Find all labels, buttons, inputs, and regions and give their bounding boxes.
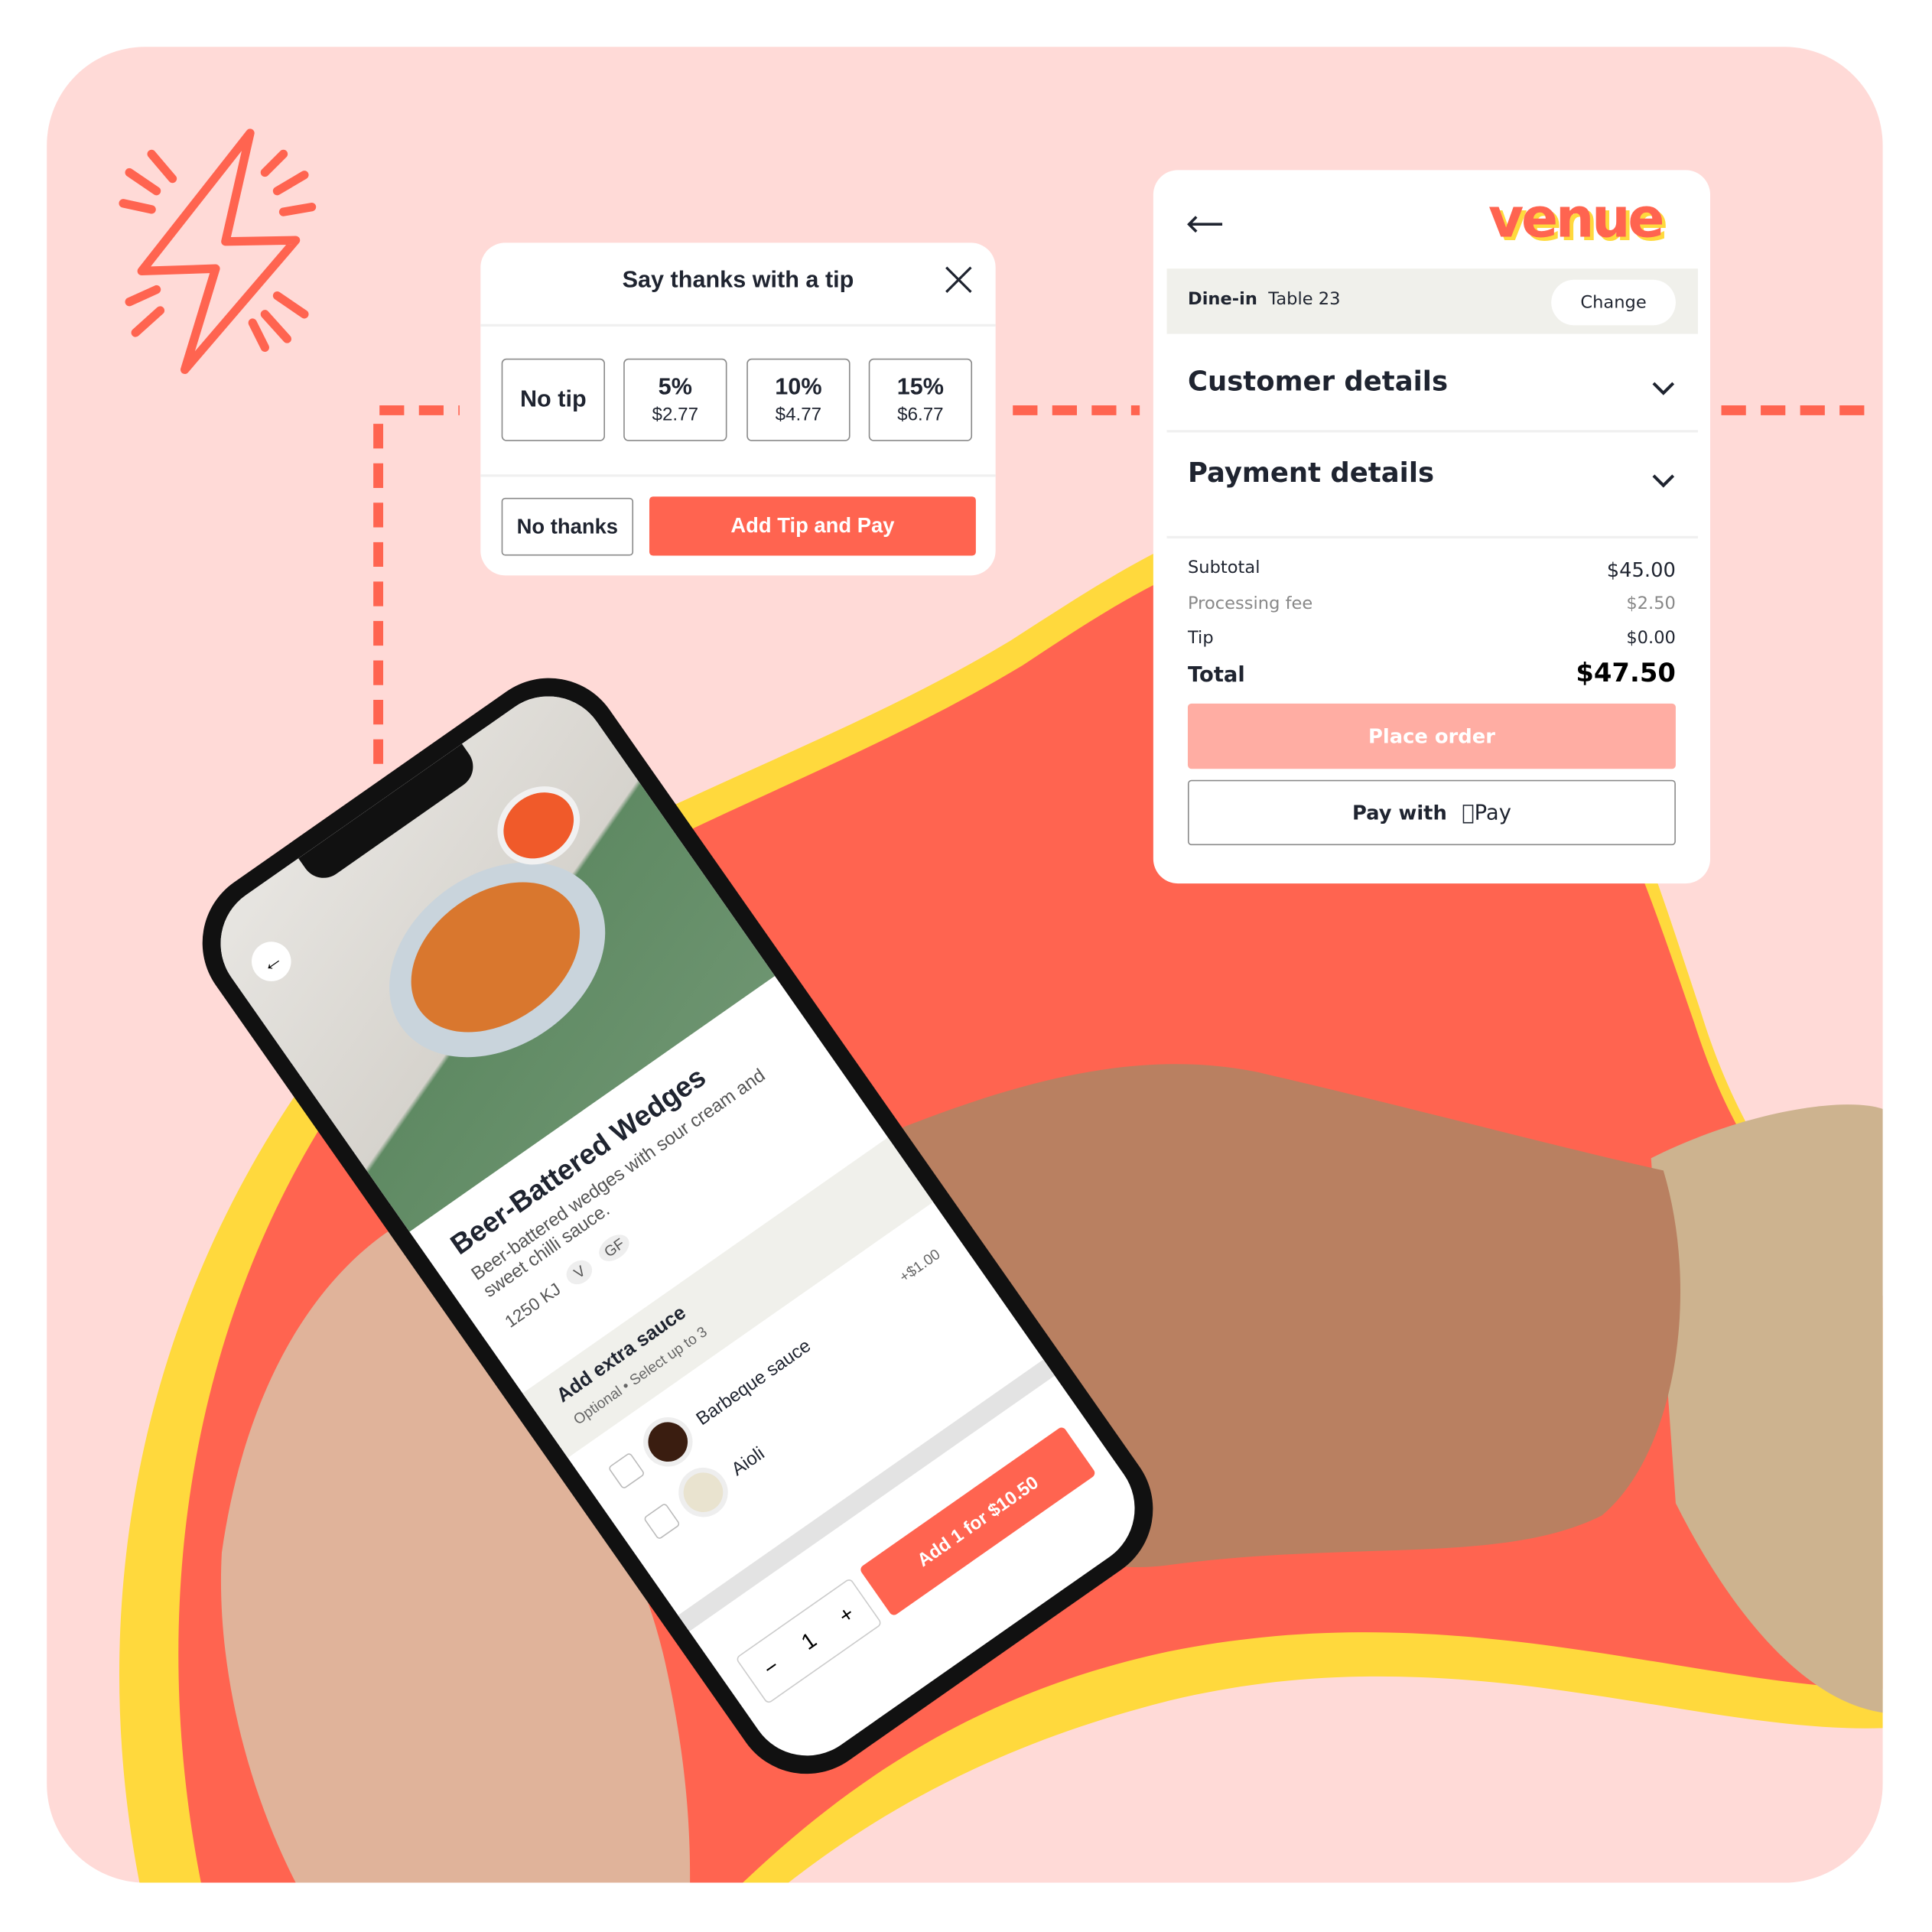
checkout-card: venue venue Dine-in Table 23 Change Cust… bbox=[1153, 170, 1711, 884]
summary-subtotal: Subtotal $45.00 bbox=[1188, 558, 1676, 582]
change-button[interactable]: Change bbox=[1551, 279, 1676, 326]
bbq-sauce-image bbox=[633, 1407, 703, 1477]
divider bbox=[1166, 535, 1698, 538]
tag-v: V bbox=[562, 1255, 597, 1290]
pay-with-label: Pay with bbox=[1351, 801, 1447, 825]
addon-price: +$1.00 bbox=[896, 1245, 944, 1286]
tip-option-label: 15% bbox=[896, 374, 945, 401]
summary-label: Total bbox=[1187, 662, 1245, 688]
apple-pay-button[interactable]: Pay with  Pay bbox=[1187, 779, 1676, 846]
tip-option-label: 5% bbox=[658, 374, 692, 401]
add-tip-and-pay-button[interactable]: Add Tip and Pay bbox=[649, 496, 976, 556]
tip-modal: Say thanks with a tip No tip 5% $2.77 10%… bbox=[480, 242, 996, 576]
tip-option-amount: $6.77 bbox=[897, 404, 944, 425]
sauce-cup bbox=[482, 770, 596, 881]
summary-total: Total $47.50 bbox=[1188, 658, 1676, 688]
svg-text:venue: venue bbox=[1488, 192, 1662, 246]
summary-value: $2.50 bbox=[1626, 594, 1676, 614]
tip-option-amount: $4.77 bbox=[775, 404, 822, 425]
back-button[interactable]: ← bbox=[243, 934, 299, 989]
tip-option-10[interactable]: 10% $4.77 bbox=[746, 358, 851, 441]
chevron-down-icon[interactable] bbox=[1651, 379, 1676, 397]
summary-tip: Tip $0.00 bbox=[1188, 629, 1676, 649]
close-icon[interactable] bbox=[944, 265, 974, 294]
summary-value: $45.00 bbox=[1606, 558, 1676, 582]
table-number: Table 23 bbox=[1268, 289, 1341, 310]
checkbox[interactable] bbox=[642, 1502, 681, 1540]
tag-gf: GF bbox=[594, 1229, 635, 1267]
divider bbox=[480, 474, 996, 477]
minus-icon[interactable]: − bbox=[759, 1653, 784, 1681]
venue-logo: venue venue bbox=[1488, 192, 1668, 246]
quantity-stepper[interactable]: − 1 + bbox=[735, 1577, 883, 1705]
quantity-value: 1 bbox=[796, 1627, 821, 1654]
no-thanks-button[interactable]: No thanks bbox=[501, 497, 634, 556]
place-order-button[interactable]: Place order bbox=[1187, 703, 1676, 769]
plus-icon[interactable]: + bbox=[834, 1600, 859, 1628]
add-to-order-button[interactable]: Add 1 for $10.50 bbox=[858, 1426, 1097, 1618]
payment-details-header[interactable]: Payment details bbox=[1188, 458, 1434, 489]
summary-value: $0.00 bbox=[1626, 628, 1676, 649]
chevron-down-icon[interactable] bbox=[1651, 472, 1676, 490]
tip-option-15[interactable]: 15% $6.77 bbox=[868, 358, 973, 441]
checkbox[interactable] bbox=[607, 1452, 646, 1490]
tip-option-label: No tip bbox=[519, 386, 587, 412]
aioli-image bbox=[668, 1458, 738, 1527]
tip-option-amount: $2.77 bbox=[652, 404, 699, 425]
apple-icon:  bbox=[1462, 800, 1474, 825]
summary-label: Processing fee bbox=[1187, 594, 1313, 614]
divider bbox=[1166, 430, 1698, 433]
summary-label: Subtotal bbox=[1187, 558, 1260, 578]
summary-label: Tip bbox=[1187, 628, 1214, 649]
tip-option-none[interactable]: No tip bbox=[501, 358, 605, 441]
summary-value: $47.50 bbox=[1576, 658, 1676, 688]
customer-details-header[interactable]: Customer details bbox=[1188, 367, 1448, 398]
arrow-left-icon[interactable] bbox=[1186, 214, 1223, 234]
apple-pay-label: Pay bbox=[1468, 800, 1511, 825]
tip-option-label: 10% bbox=[775, 374, 822, 401]
tip-modal-title: Say thanks with a tip bbox=[622, 267, 854, 294]
dine-in-bar: Dine-in Table 23 Change bbox=[1166, 268, 1698, 334]
tip-option-5[interactable]: 5% $2.77 bbox=[623, 358, 727, 441]
divider bbox=[480, 324, 996, 327]
summary-processing-fee: Processing fee $2.50 bbox=[1188, 594, 1676, 613]
dine-mode: Dine-in bbox=[1187, 289, 1257, 310]
